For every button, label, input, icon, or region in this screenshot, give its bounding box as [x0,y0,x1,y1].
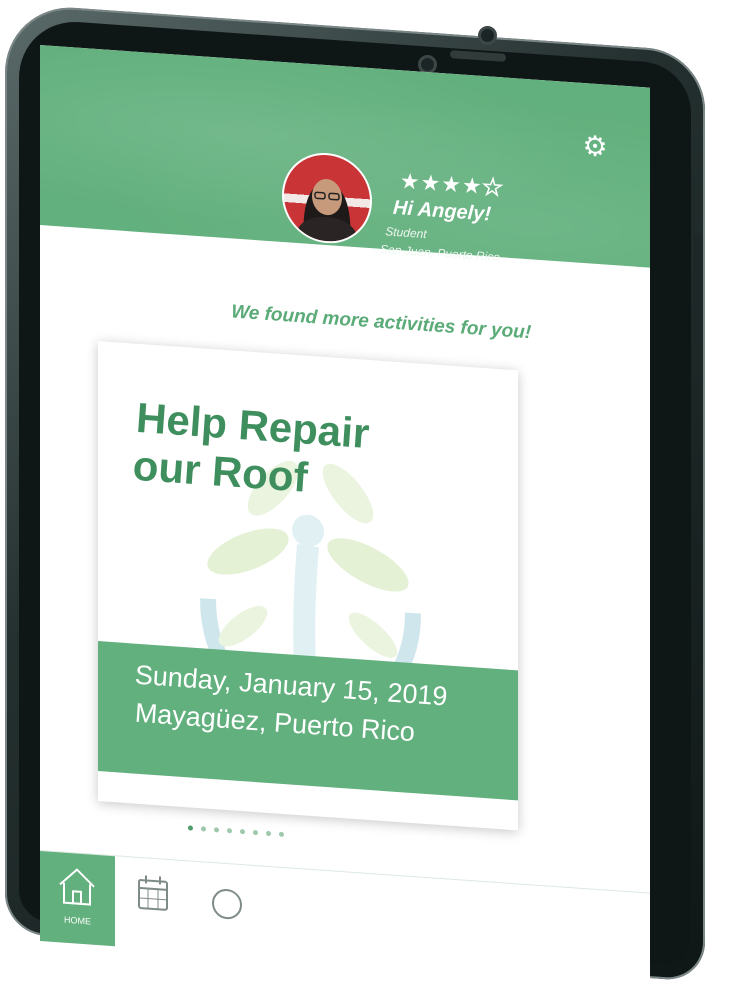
page-dot[interactable] [214,827,219,833]
page-dot[interactable] [201,826,206,832]
page-indicator [188,825,284,838]
star-icon: ★ [461,172,484,199]
star-icon: ★ [419,169,443,197]
avatar-photo-icon [294,179,360,244]
user-role: Student [384,224,428,242]
rating-stars: ★★★★★ [399,168,505,201]
calendar-icon [138,875,168,911]
page-dot[interactable] [227,828,232,834]
bottom-tab-bar: HOME [40,850,650,984]
user-location: San Juan, Puerto Rico [379,241,501,265]
tab-home[interactable]: HOME [40,851,115,947]
page-dot[interactable] [266,830,271,837]
search-icon [212,889,242,920]
profile-info: ★★★★★ Hi Angely! Student San Juan, Puert… [373,168,619,295]
app-screen: ⚙ ★★★★★ Hi Angely! Student San Juan, Pue… [40,45,650,988]
tab-search[interactable] [190,861,265,956]
sensor-icon [478,26,497,45]
activity-details: Sunday, January 15, 2019 Mayagüez, Puert… [98,641,518,801]
activity-card[interactable]: Help Repair our Roof Sunday, January 15,… [98,341,518,831]
page-dot[interactable] [253,829,258,836]
page-dot[interactable] [188,825,193,831]
star-icon: ★ [440,171,463,198]
greeting-text: Hi Angely! [392,196,492,226]
star-icon: ★ [399,168,422,195]
avatar[interactable] [282,149,372,247]
star-outline-icon: ★ [481,173,505,201]
settings-gear-icon[interactable]: ⚙ [581,130,609,163]
activities-tagline: We found more activities for you! [230,301,532,344]
side-button [694,235,703,340]
tab-calendar[interactable] [115,856,190,951]
page-dot[interactable] [279,831,284,838]
page-dot[interactable] [240,828,245,835]
